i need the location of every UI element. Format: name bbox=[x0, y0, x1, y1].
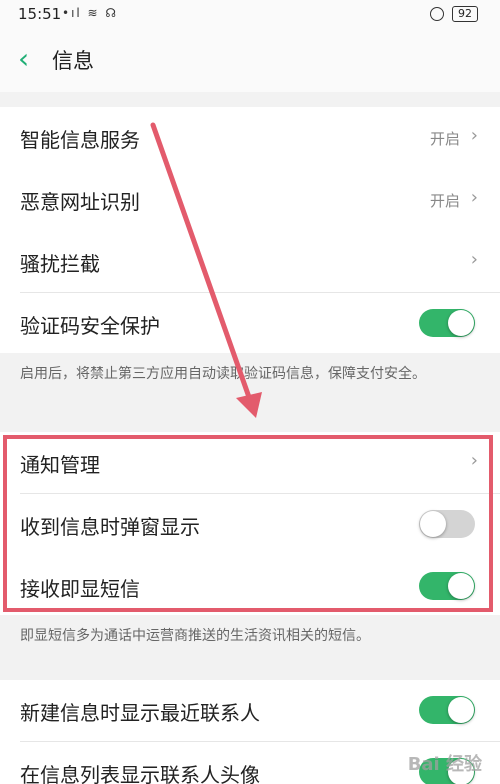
chevron-right-icon: › bbox=[470, 125, 478, 146]
smart-service-label: 智能信息服务 bbox=[20, 128, 140, 152]
status-bar: 15:51 •ıl ≋ ☊ 92 bbox=[0, 0, 500, 30]
flash-sms-toggle[interactable] bbox=[419, 572, 475, 600]
flash-sms-label: 接收即显短信 bbox=[20, 577, 140, 601]
signal-wifi-icon: •ıl ≋ ☊ bbox=[62, 6, 119, 20]
malicious-url-row[interactable]: 恶意网址识别 开启 › bbox=[0, 169, 500, 231]
notification-manage-label: 通知管理 bbox=[20, 453, 100, 477]
flash-sms-row: 接收即显短信 bbox=[0, 556, 500, 618]
recent-contacts-label: 新建信息时显示最近联系人 bbox=[20, 701, 260, 725]
malicious-url-label: 恶意网址识别 bbox=[20, 190, 140, 214]
page-title: 信息 bbox=[52, 49, 94, 73]
recent-contacts-row: 新建信息时显示最近联系人 bbox=[0, 680, 500, 742]
notification-manage-row[interactable]: 通知管理 › bbox=[0, 432, 500, 494]
battery-icon: 92 bbox=[452, 6, 478, 22]
contact-avatar-label: 在信息列表显示联系人头像 bbox=[20, 763, 260, 784]
recent-contacts-toggle[interactable] bbox=[419, 696, 475, 724]
popup-toggle[interactable] bbox=[419, 510, 475, 538]
harassment-block-row[interactable]: 骚扰拦截 › bbox=[0, 231, 500, 293]
header: ‹ 信息 bbox=[0, 30, 500, 92]
code-protection-label: 验证码安全保护 bbox=[20, 314, 160, 338]
smart-service-value: 开启 bbox=[429, 130, 460, 148]
toggle-knob bbox=[448, 573, 474, 599]
code-protection-row: 验证码安全保护 bbox=[0, 293, 500, 355]
code-protection-note: 启用后，将禁止第三方应用自动读取验证码信息，保障支付安全。 bbox=[20, 366, 426, 382]
code-protection-toggle[interactable] bbox=[419, 309, 475, 337]
popup-row: 收到信息时弹窗显示 bbox=[0, 494, 500, 556]
watermark: Bai 经验 bbox=[407, 754, 482, 775]
toggle-knob bbox=[448, 697, 474, 723]
chevron-right-icon: › bbox=[470, 249, 478, 270]
settings-group-notifications: 通知管理 › 收到信息时弹窗显示 接收即显短信 bbox=[0, 432, 500, 615]
chevron-right-icon: › bbox=[470, 187, 478, 208]
status-time: 15:51 bbox=[18, 5, 62, 23]
malicious-url-value: 开启 bbox=[429, 192, 460, 210]
settings-group-security: 智能信息服务 开启 › 恶意网址识别 开启 › 骚扰拦截 › 验证码安全保护 bbox=[0, 107, 500, 353]
smart-service-row[interactable]: 智能信息服务 开启 › bbox=[0, 107, 500, 169]
toggle-knob bbox=[420, 511, 446, 537]
popup-label: 收到信息时弹窗显示 bbox=[20, 515, 200, 539]
chevron-right-icon: › bbox=[470, 450, 478, 471]
flash-sms-note: 即显短信多为通话中运营商推送的生活资讯相关的短信。 bbox=[20, 628, 370, 644]
harassment-block-label: 骚扰拦截 bbox=[20, 252, 100, 276]
toggle-knob bbox=[448, 310, 474, 336]
lock-icon bbox=[430, 7, 444, 21]
back-icon[interactable]: ‹ bbox=[18, 44, 42, 74]
